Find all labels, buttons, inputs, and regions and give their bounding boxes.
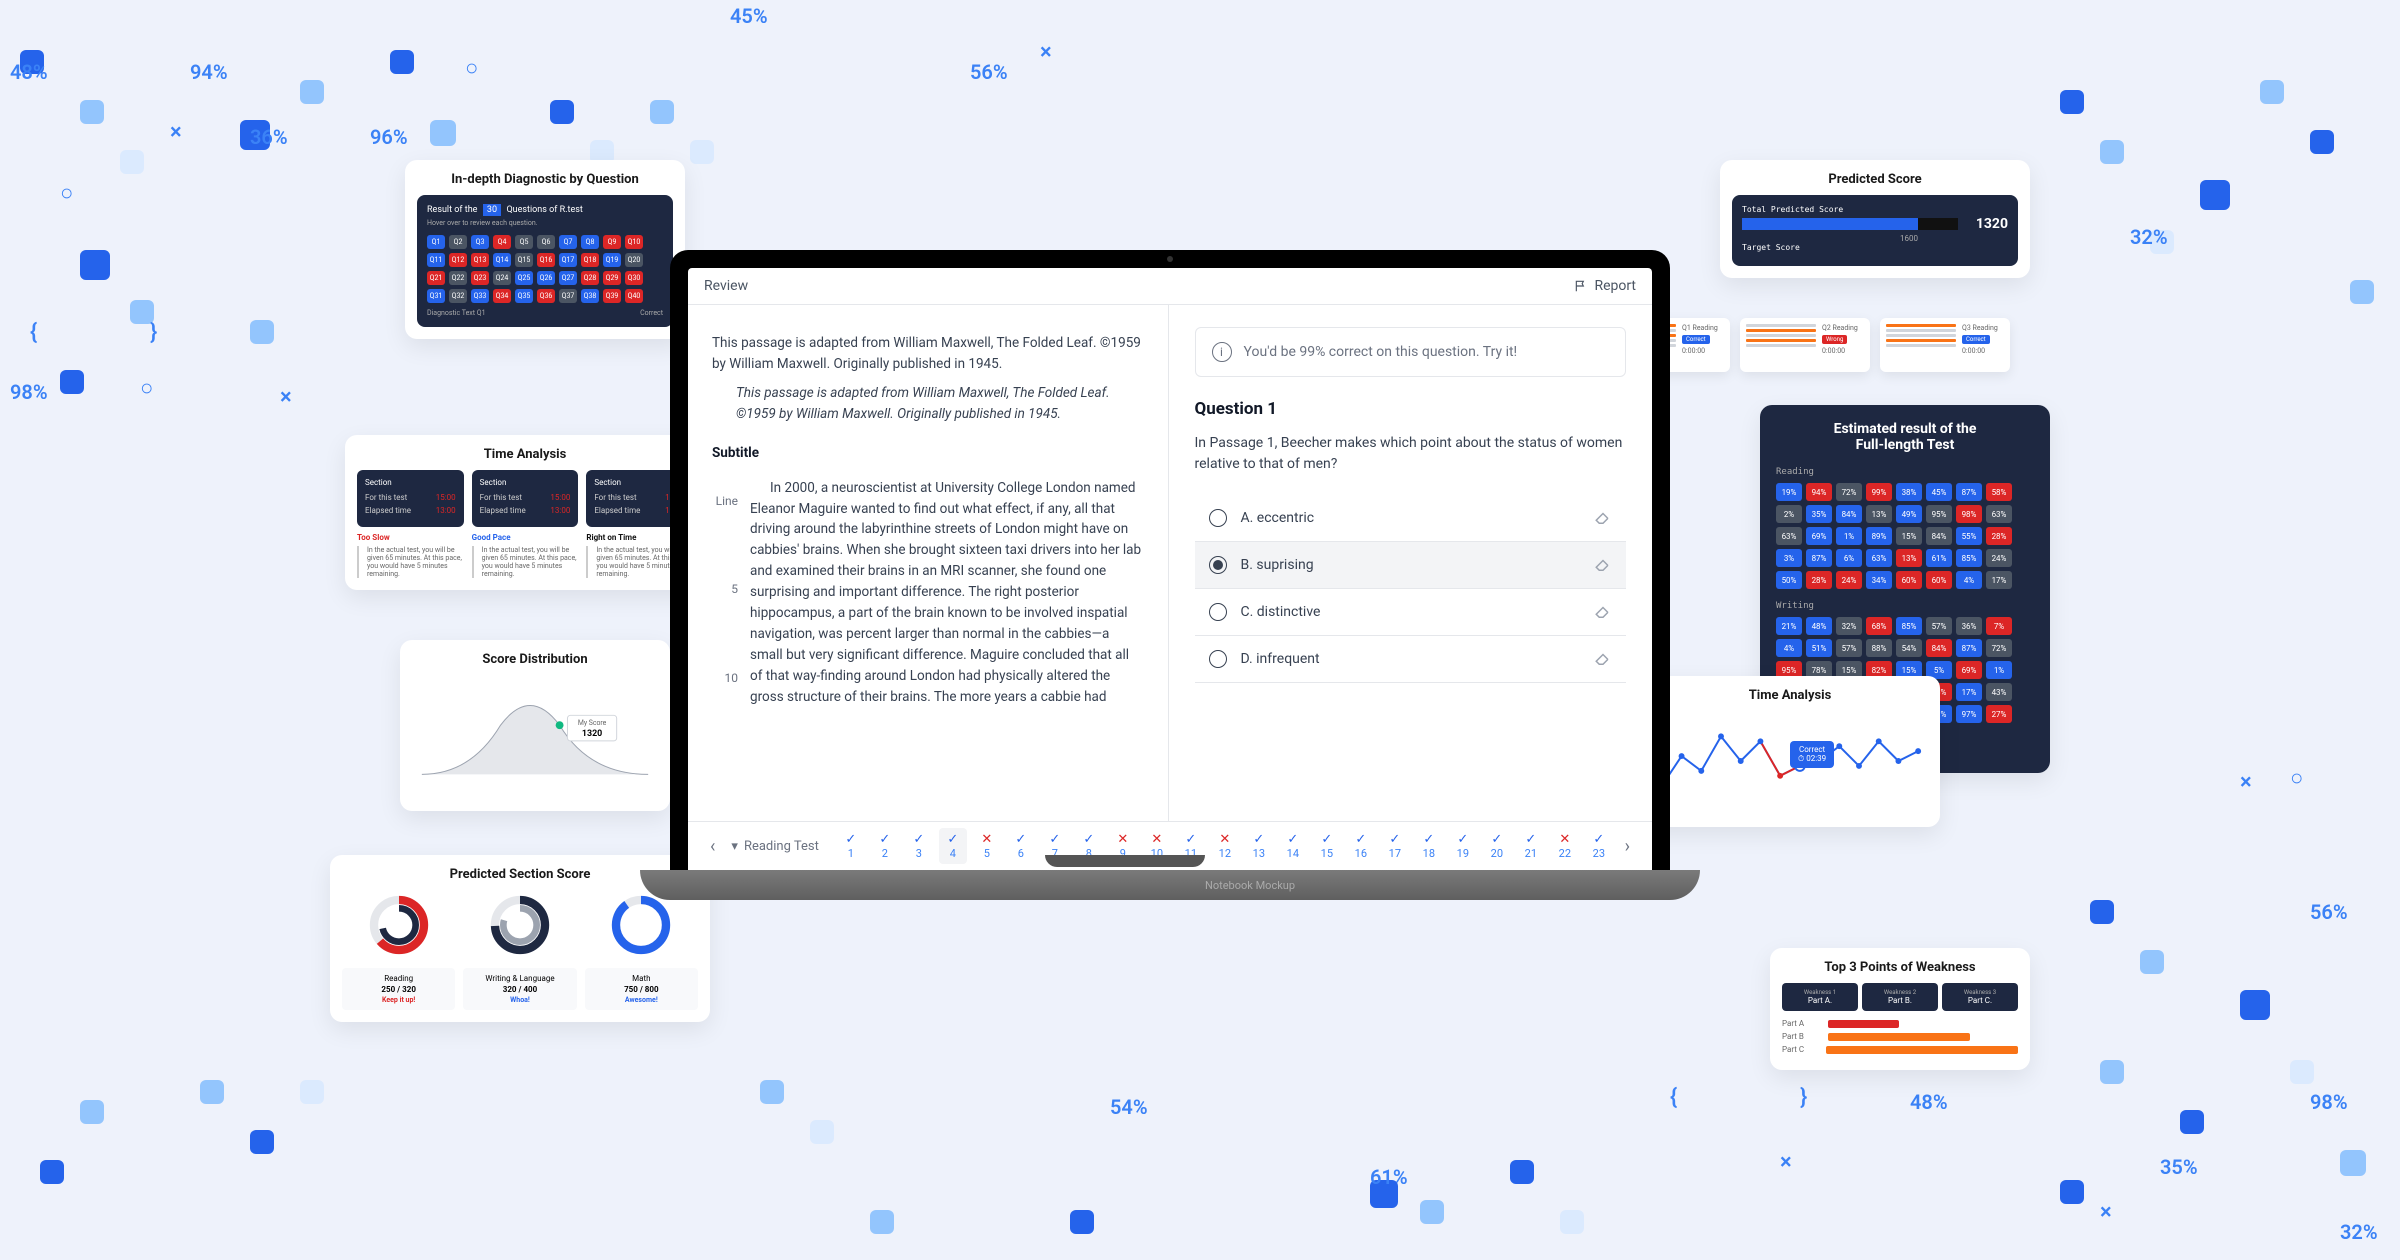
nav-item-16[interactable]: ✓16 xyxy=(1347,828,1375,864)
pct-label: 32% xyxy=(2340,1220,2378,1244)
pct-label: 98% xyxy=(2310,1090,2348,1114)
pct-label: 61% xyxy=(1370,1165,1408,1189)
nav-item-2[interactable]: ✓2 xyxy=(871,828,899,864)
weakness-card: Top 3 Points of Weakness Weakness 1Part … xyxy=(1770,948,2030,1070)
laptop-mockup: Review Report This passage is adapted fr… xyxy=(640,250,1700,940)
nav-item-5[interactable]: ✕5 xyxy=(973,828,1001,864)
question-text: In Passage 1, Beecher makes which point … xyxy=(1195,433,1627,475)
pct-label: 36% xyxy=(250,125,288,149)
nav-item-19[interactable]: ✓19 xyxy=(1449,828,1477,864)
choice-a[interactable]: A. eccentric xyxy=(1195,495,1627,542)
pct-label: 98% xyxy=(10,380,48,404)
eraser-icon[interactable] xyxy=(1594,603,1612,621)
eraser-icon[interactable] xyxy=(1594,556,1612,574)
report-button[interactable]: Report xyxy=(1574,278,1636,294)
pct-label: 56% xyxy=(970,60,1008,84)
my-score-value: 1320 xyxy=(582,729,602,739)
nav-item-6[interactable]: ✓6 xyxy=(1007,828,1035,864)
nav-item-18[interactable]: ✓18 xyxy=(1415,828,1443,864)
pct-label: 48% xyxy=(1910,1090,1948,1114)
passage-pane: This passage is adapted from William Max… xyxy=(688,305,1168,821)
choice-b[interactable]: B. suprising xyxy=(1195,542,1627,589)
passage-subtitle: Subtitle xyxy=(712,443,1144,464)
diagnostic-header: Result of the 30 Questions of R.test xyxy=(427,205,663,215)
eraser-icon[interactable] xyxy=(1594,509,1612,527)
nav-item-15[interactable]: ✓15 xyxy=(1313,828,1341,864)
pct-label: 96% xyxy=(370,125,408,149)
diagnostic-title: In-depth Diagnostic by Question xyxy=(417,172,673,187)
pct-label: 56% xyxy=(2310,900,2348,924)
choice-c[interactable]: C. distinctive xyxy=(1195,589,1627,636)
nav-next[interactable]: › xyxy=(1617,836,1638,857)
nav-section-label[interactable]: ▾ Reading Test xyxy=(731,839,828,854)
pct-label: 32% xyxy=(2130,225,2168,249)
review-label: Review xyxy=(704,278,748,294)
nav-item-12[interactable]: ✕12 xyxy=(1211,828,1239,864)
radio-icon xyxy=(1209,603,1227,621)
radio-icon xyxy=(1209,650,1227,668)
pct-label: 94% xyxy=(190,60,228,84)
radio-icon xyxy=(1209,556,1227,574)
nav-prev[interactable]: ‹ xyxy=(702,836,723,857)
nav-item-4[interactable]: ✓4 xyxy=(939,828,967,864)
pct-label: 45% xyxy=(730,4,768,28)
hint-box: i You'd be 99% correct on this question.… xyxy=(1195,327,1627,377)
predicted-score-card: Predicted Score Total Predicted Score 13… xyxy=(1720,160,2030,278)
nav-item-13[interactable]: ✓13 xyxy=(1245,828,1273,864)
nav-item-22[interactable]: ✕22 xyxy=(1551,828,1579,864)
nav-item-3[interactable]: ✓3 xyxy=(905,828,933,864)
my-score-label: My Score xyxy=(578,719,607,727)
info-icon: i xyxy=(1212,342,1232,362)
radio-icon xyxy=(1209,509,1227,527)
nav-item-17[interactable]: ✓17 xyxy=(1381,828,1409,864)
choice-d[interactable]: D. infrequent xyxy=(1195,636,1627,683)
question-title: Question 1 xyxy=(1195,399,1627,419)
eraser-icon[interactable] xyxy=(1594,650,1612,668)
pct-label: 48% xyxy=(10,60,48,84)
score-distribution-card: Score Distribution My Score 1320 xyxy=(400,640,670,811)
nav-item-21[interactable]: ✓21 xyxy=(1517,828,1545,864)
nav-item-23[interactable]: ✓23 xyxy=(1585,828,1609,864)
nav-item-1[interactable]: ✓1 xyxy=(837,828,865,864)
nav-item-20[interactable]: ✓20 xyxy=(1483,828,1511,864)
pct-label: 54% xyxy=(1110,1095,1148,1119)
flag-icon xyxy=(1574,279,1588,293)
passage-text: In 2000, a neuroscientist at University … xyxy=(750,478,1144,708)
question-pane: i You'd be 99% correct on this question.… xyxy=(1168,305,1653,821)
pct-label: 35% xyxy=(2160,1155,2198,1179)
nav-item-14[interactable]: ✓14 xyxy=(1279,828,1307,864)
